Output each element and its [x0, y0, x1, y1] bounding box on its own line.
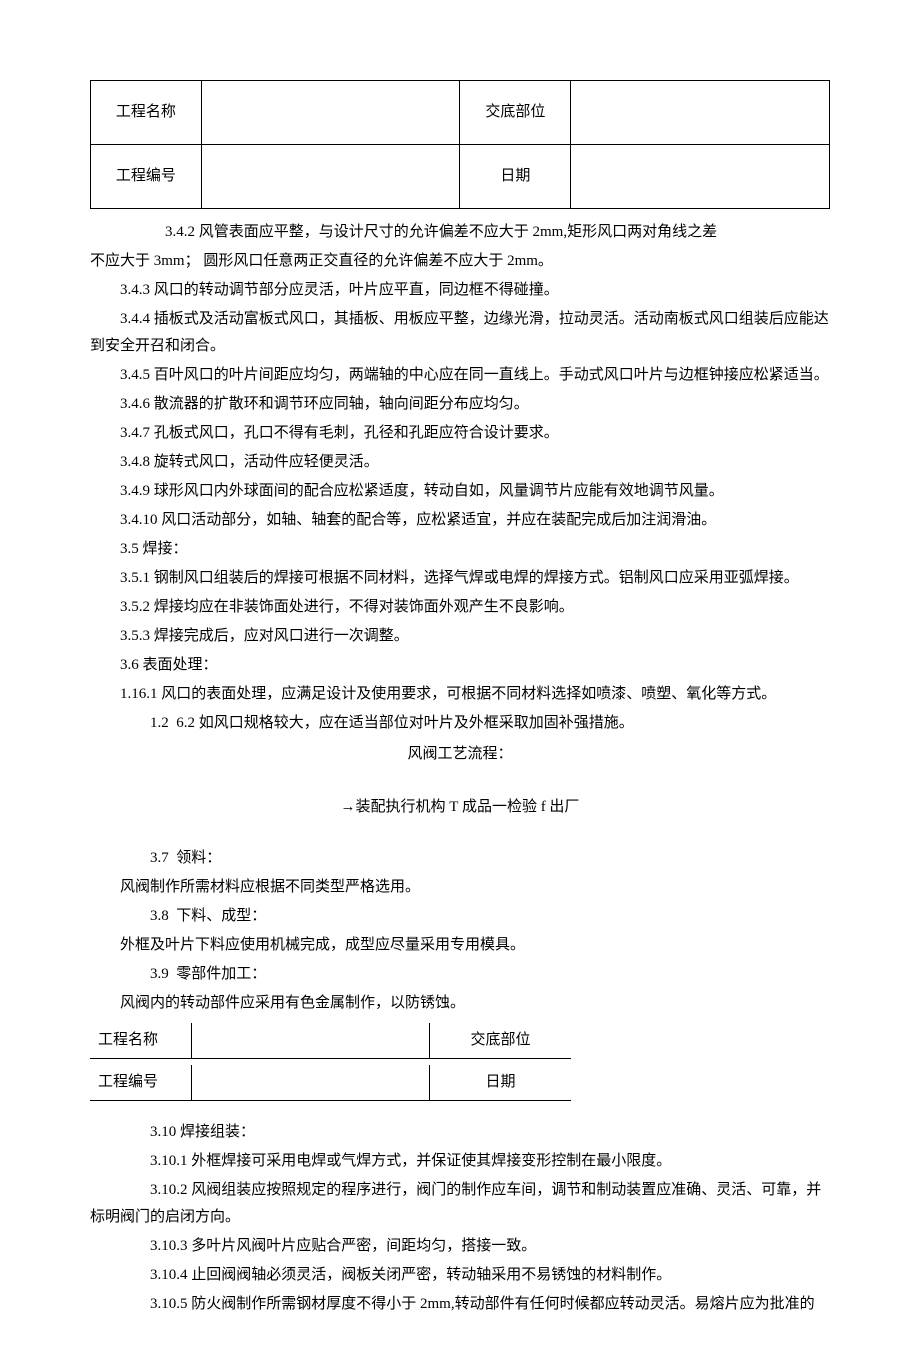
para-3103-text: 多叶片风阀叶片应贴合严密，间距均匀，搭接一致。: [191, 1238, 536, 1254]
para-3105-text: 防火阀制作所需钢材厚度不得小于 2mm,转动部件有任何时候都应转动灵活。易熔片应…: [191, 1296, 814, 1312]
para-39-text: 零部件加工：: [176, 966, 266, 982]
para-37-num: 3.7: [120, 845, 173, 872]
para-37-body: 风阀制作所需材料应根据不同类型严格选用。: [90, 874, 830, 901]
para-310-text: 焊接组装：: [180, 1124, 255, 1140]
para-344: 3.4.4 插板式及活动富板式风口，其插板、用板应平整，边缘光滑，拉动灵活。活动…: [90, 306, 830, 360]
para-3104-text: 止回阀阀轴必须灵活，阀板关闭严密，转动轴采用不易锈蚀的材料制作。: [191, 1267, 671, 1283]
header-value-project-no: [201, 145, 460, 209]
inline-table: 工程名称 交底部位 工程编号 日期: [90, 1023, 571, 1101]
para-35: 3.5 焊接：: [90, 536, 830, 563]
para-353: 3.5.3 焊接完成后，应对风口进行一次调整。: [90, 623, 830, 650]
header-label-position: 交底部位: [460, 81, 571, 145]
para-352: 3.5.2 焊接均应在非装饰面处进行，不得对装饰面外观产生不良影响。: [90, 594, 830, 621]
para-3101: 3.10.1 外框焊接可采用电焊或气焊方式，并保证使其焊接变形控制在最小限度。: [90, 1148, 830, 1175]
header-label-date: 日期: [460, 145, 571, 209]
para-349: 3.4.9 球形风口内外球面间的配合应松紧适度，转动自如，风量调节片应能有效地调…: [90, 478, 830, 505]
para-3105: 3.10.5 防火阀制作所需钢材厚度不得小于 2mm,转动部件有任何时候都应转动…: [90, 1291, 830, 1318]
header-value-position: [571, 81, 830, 145]
inline-label-project-name: 工程名称: [90, 1023, 192, 1059]
para-351: 3.5.1 钢制风口组装后的焊接可根据不同材料，选择气焊或电焊的焊接方式。铝制风…: [90, 565, 830, 592]
para-37-text: 领料：: [176, 850, 221, 866]
para-3102: 3.10.2 风阀组装应按照规定的程序进行，阀门的制作应车间，调节和制动装置应准…: [90, 1177, 830, 1231]
para-310-num: 3.10: [120, 1119, 176, 1146]
para-12: 1.2 6.2 如风口规格较大，应在适当部位对叶片及外框采取加固补强措施。: [90, 710, 830, 737]
inline-value-project-name: [192, 1023, 430, 1059]
para-12-text: 6.2 如风口规格较大，应在适当部位对叶片及外框采取加固补强措施。: [176, 715, 634, 731]
flow-line: →装配执行机构 T 成品一检验 f 出厂: [90, 794, 830, 821]
para-12-num: 1.2: [120, 710, 173, 737]
para-342-b: 不应大于 3mm； 圆形风口任意两正交直径的允许偏差不应大于 2mm。: [90, 248, 830, 275]
para-38: 3.8 下料、成型：: [90, 903, 830, 930]
inline-value-project-no: [192, 1065, 430, 1101]
header-label-project-no: 工程编号: [91, 145, 202, 209]
para-3103-num: 3.10.3: [120, 1233, 188, 1260]
para-3410: 3.4.10 风口活动部分，如轴、轴套的配合等，应松紧适宜，并应在装配完成后加注…: [90, 507, 830, 534]
inline-label-position: 交底部位: [430, 1023, 572, 1059]
para-3103: 3.10.3 多叶片风阀叶片应贴合严密，间距均匀，搭接一致。: [90, 1233, 830, 1260]
para-1161: 1.16.1 风口的表面处理，应满足设计及使用要求，可根据不同材料选择如喷漆、喷…: [90, 681, 830, 708]
para-38-body: 外框及叶片下料应使用机械完成，成型应尽量采用专用模具。: [90, 932, 830, 959]
para-346: 3.4.6 散流器的扩散环和调节环应同轴，轴向间距分布应均匀。: [90, 391, 830, 418]
flow-title: 风阀工艺流程：: [90, 741, 830, 768]
para-3102-num: 3.10.2: [120, 1177, 188, 1204]
para-37: 3.7 领料：: [90, 845, 830, 872]
header-value-date: [571, 145, 830, 209]
para-3102-text: 风阀组装应按照规定的程序进行，阀门的制作应车间，调节和制动装置应准确、灵活、可靠…: [90, 1182, 821, 1225]
para-342-a: 3.4.2 风管表面应平整，与设计尺寸的允许偏差不应大于 2mm,矩形风口两对角…: [90, 219, 830, 246]
para-348: 3.4.8 旋转式风口，活动件应轻便灵活。: [90, 449, 830, 476]
para-3104-num: 3.10.4: [120, 1262, 188, 1289]
header-label-project-name: 工程名称: [91, 81, 202, 145]
para-39-num: 3.9: [120, 961, 173, 988]
para-3105-num: 3.10.5: [120, 1291, 188, 1318]
para-36: 3.6 表面处理：: [90, 652, 830, 679]
para-38-num: 3.8: [120, 903, 173, 930]
para-38-text: 下料、成型：: [176, 908, 266, 924]
para-3104: 3.10.4 止回阀阀轴必须灵活，阀板关闭严密，转动轴采用不易锈蚀的材料制作。: [90, 1262, 830, 1289]
para-343: 3.4.3 风口的转动调节部分应灵活，叶片应平直，同边框不得碰撞。: [90, 277, 830, 304]
para-39: 3.9 零部件加工：: [90, 961, 830, 988]
header-value-project-name: [201, 81, 460, 145]
inline-label-date: 日期: [430, 1065, 572, 1101]
para-347: 3.4.7 孔板式风口，孔口不得有毛刺，孔径和孔距应符合设计要求。: [90, 420, 830, 447]
para-310: 3.10 焊接组装：: [90, 1119, 830, 1146]
para-345: 3.4.5 百叶风口的叶片间距应均匀，两端轴的中心应在同一直线上。手动式风口叶片…: [90, 362, 830, 389]
para-3101-num: 3.10.1: [120, 1148, 188, 1175]
para-3101-text: 外框焊接可采用电焊或气焊方式，并保证使其焊接变形控制在最小限度。: [191, 1153, 671, 1169]
para-39-body: 风阀内的转动部件应采用有色金属制作，以防锈蚀。: [90, 990, 830, 1017]
inline-label-project-no: 工程编号: [90, 1065, 192, 1101]
header-table: 工程名称 交底部位 工程编号 日期: [90, 80, 830, 209]
